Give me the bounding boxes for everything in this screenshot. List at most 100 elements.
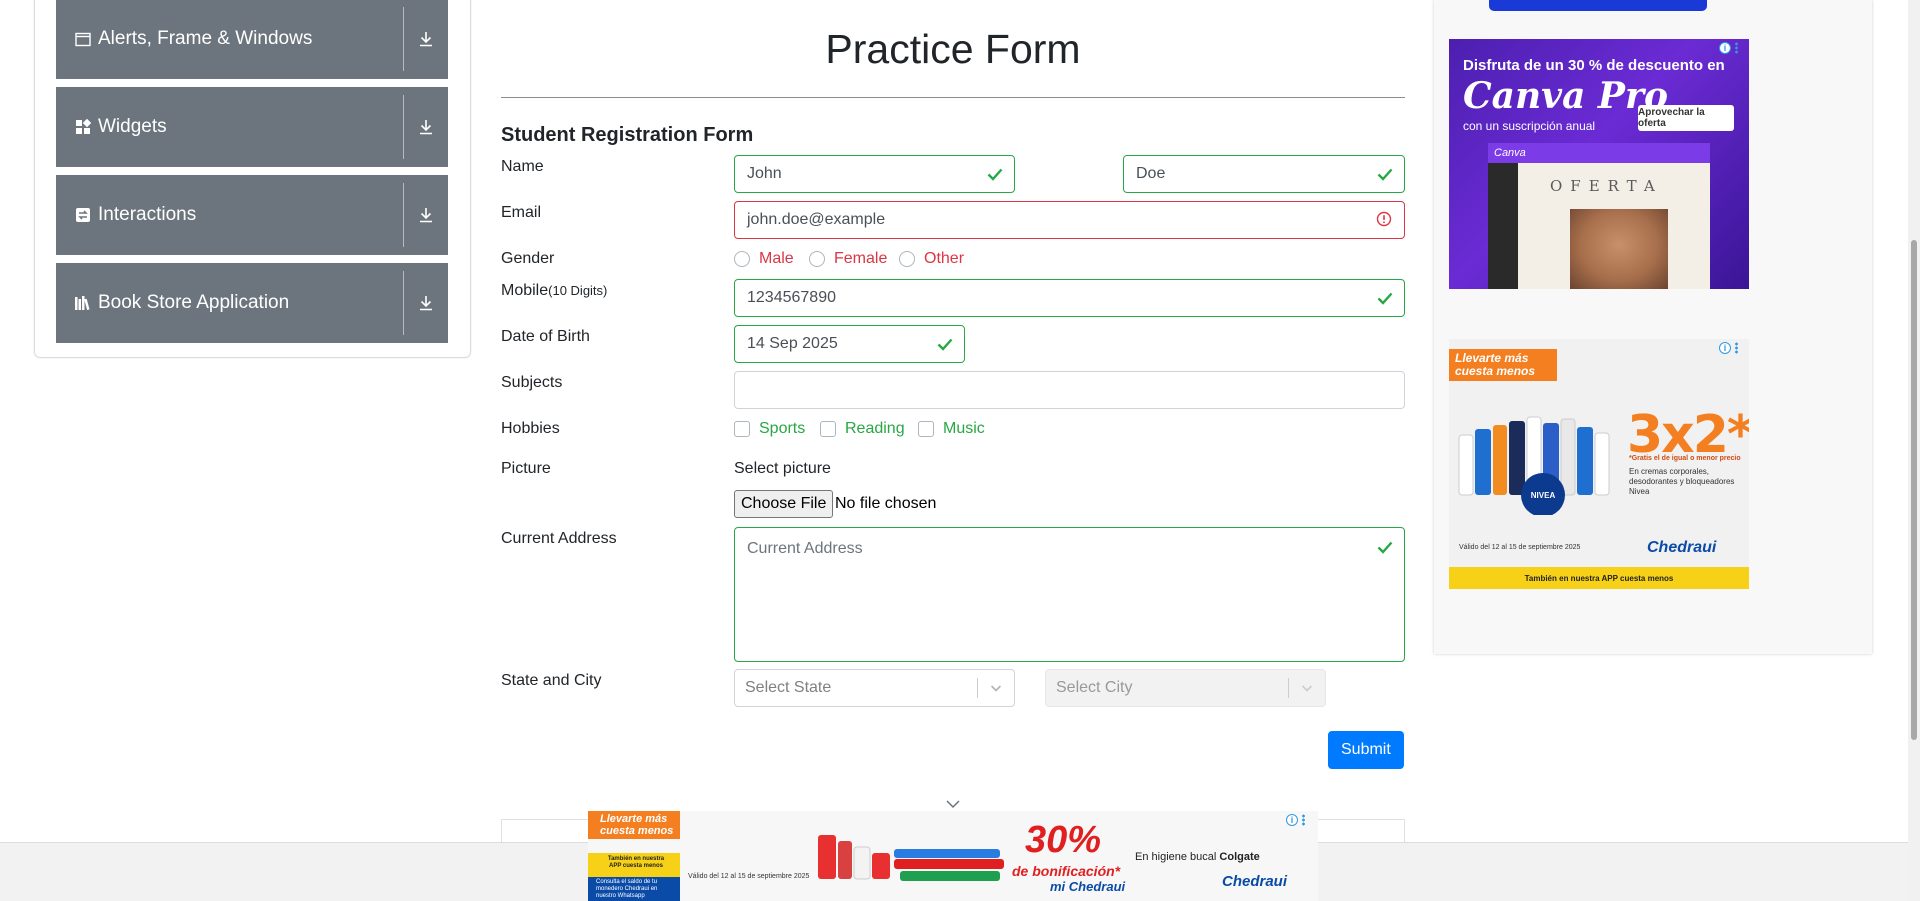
radio-circle[interactable]	[734, 251, 750, 267]
checkbox-box[interactable]	[918, 421, 934, 437]
ad-subtext: con un suscripción anual	[1463, 119, 1596, 133]
ad-fine-print: *Gratis el de igual o menor precio	[1629, 455, 1741, 462]
chevron-down-icon[interactable]	[944, 797, 962, 809]
check-icon	[1376, 538, 1394, 556]
submit-button[interactable]: Submit	[1328, 731, 1404, 769]
sidebar-item-widgets[interactable]: Widgets	[56, 87, 448, 167]
download-icon[interactable]	[416, 205, 436, 225]
ad-whatsapp-text: Consulta el saldo de tu monedero Chedrau…	[596, 879, 658, 899]
download-icon[interactable]	[416, 293, 436, 313]
mobile-input[interactable]: 1234567890	[734, 279, 1405, 317]
bottom-chedraui-ad[interactable]: Llevarte más cuesta menos También en nue…	[588, 811, 1318, 901]
info-icon[interactable]: i	[1286, 814, 1298, 826]
nivea-products-image: NIVEA	[1458, 416, 1610, 515]
top-banner-button[interactable]	[1489, 0, 1707, 11]
ad-cta-button[interactable]: Aprovechar la oferta	[1638, 105, 1734, 131]
canva-ad[interactable]: Disfruta de un 30 % de descuento en Canv…	[1449, 39, 1749, 289]
chedraui-logo: Chedraui	[1647, 539, 1717, 556]
gender-option-label: Female	[834, 250, 888, 267]
hobby-label: Reading	[845, 420, 905, 437]
hobby-reading-checkbox[interactable]: Reading	[820, 420, 905, 438]
more-icon[interactable]	[1302, 814, 1305, 826]
radio-circle[interactable]	[809, 251, 825, 267]
mockup-photo	[1570, 209, 1668, 289]
ad-validity: Válido del 12 al 15 de septiembre 2025	[1459, 544, 1581, 551]
state-select[interactable]: Select State	[734, 669, 1015, 707]
gender-option-label: Other	[924, 250, 965, 267]
current-address-textarea[interactable]: Current Address	[734, 527, 1405, 662]
ad-description: En cremas corporales, desodorantes y blo…	[1629, 467, 1735, 496]
last-name-input[interactable]: Doe	[1123, 155, 1405, 193]
select-picture-label: Select picture	[734, 460, 831, 477]
state-city-label: State and City	[501, 672, 602, 689]
ad-validity: Válido del 12 al 15 de septiembre 2025	[688, 873, 810, 880]
more-icon[interactable]	[1735, 342, 1738, 354]
sidebar-item-book-store[interactable]: Book Store Application	[56, 263, 448, 343]
sidebar-item-interactions[interactable]: Interactions	[56, 175, 448, 255]
name-label: Name	[501, 158, 544, 175]
current-address-label: Current Address	[501, 530, 617, 547]
divider	[501, 97, 1405, 98]
hobby-sports-checkbox[interactable]: Sports	[734, 420, 805, 438]
gender-male-radio[interactable]: Male	[734, 250, 794, 268]
check-icon	[986, 165, 1004, 183]
choose-file-button[interactable]: Choose File	[734, 490, 834, 518]
radio-circle[interactable]	[899, 251, 915, 267]
ad-tag: Llevarte más cuesta menos	[588, 811, 680, 839]
form-subtitle: Student Registration Form	[501, 124, 754, 146]
divider	[403, 7, 404, 71]
info-icon[interactable]: i	[1719, 42, 1731, 54]
gender-female-radio[interactable]: Female	[809, 250, 887, 268]
scrollbar-thumb[interactable]	[1911, 240, 1917, 740]
date-of-birth-input[interactable]: 14 Sep 2025	[734, 325, 965, 363]
checkbox-box[interactable]	[734, 421, 750, 437]
city-select[interactable]: Select City	[1045, 669, 1326, 707]
subjects-input[interactable]	[734, 371, 1405, 409]
page: Alerts, Frame & Windows Widgets Interact…	[0, 0, 1920, 901]
mobile-hint: (10 Digits)	[548, 283, 608, 298]
file-status: No file chosen	[835, 495, 937, 512]
sidebar-item-alerts-frame-windows[interactable]: Alerts, Frame & Windows	[56, 0, 448, 79]
picture-label: Picture	[501, 460, 551, 477]
download-icon[interactable]	[416, 29, 436, 49]
chedraui-ad[interactable]: Llevarte más cuesta menos NIVEA 3x2* *Gr…	[1449, 339, 1749, 589]
city-placeholder: Select City	[1056, 679, 1133, 696]
dob-value: 14 Sep 2025	[747, 335, 838, 352]
check-icon	[936, 335, 954, 353]
ad-info[interactable]: i	[1719, 341, 1745, 355]
ad-hygiene: En higiene bucal Colgate	[1135, 851, 1260, 863]
check-icon	[1376, 165, 1394, 183]
divider	[403, 183, 404, 247]
ad-mi-chedraui: mi Chedraui	[1050, 879, 1126, 894]
sidebar-item-label: Interactions	[98, 204, 197, 225]
info-icon[interactable]: i	[1719, 342, 1731, 354]
ad-info[interactable]: i	[1719, 41, 1745, 55]
mobile-label: Mobile(10 Digits)	[501, 282, 607, 300]
download-icon[interactable]	[416, 117, 436, 137]
chedraui-logo: Chedraui	[1222, 873, 1288, 890]
ad-app-text: También en nuestra APP cuesta menos	[607, 856, 665, 869]
sidebar-item-label: Widgets	[98, 116, 167, 137]
ad-percent: 30%	[1025, 819, 1102, 861]
ad-info[interactable]: i	[1286, 813, 1312, 827]
gender-option-label: Male	[759, 250, 794, 267]
state-placeholder: Select State	[745, 679, 832, 696]
first-name-input[interactable]: John	[734, 155, 1015, 193]
colgate-products-image	[818, 835, 1004, 881]
chevron-down-icon[interactable]	[988, 680, 1004, 696]
hobby-label: Music	[943, 420, 985, 437]
page-title: Practice Form	[825, 26, 1081, 72]
subjects-label: Subjects	[501, 374, 563, 391]
sidebar-item-label: Alerts, Frame & Windows	[98, 28, 313, 49]
mobile-label-text: Mobile	[501, 282, 549, 299]
gender-other-radio[interactable]: Other	[899, 250, 964, 268]
chevron-down-icon[interactable]	[1299, 680, 1315, 696]
last-name-value: Doe	[1136, 165, 1166, 182]
checkbox-box[interactable]	[820, 421, 836, 437]
more-icon[interactable]	[1735, 42, 1738, 54]
mobile-value: 1234567890	[747, 289, 836, 306]
email-input[interactable]: john.doe@example	[734, 201, 1405, 239]
hobby-music-checkbox[interactable]: Music	[918, 420, 985, 438]
email-value: john.doe@example	[747, 211, 886, 228]
gender-label: Gender	[501, 250, 555, 267]
